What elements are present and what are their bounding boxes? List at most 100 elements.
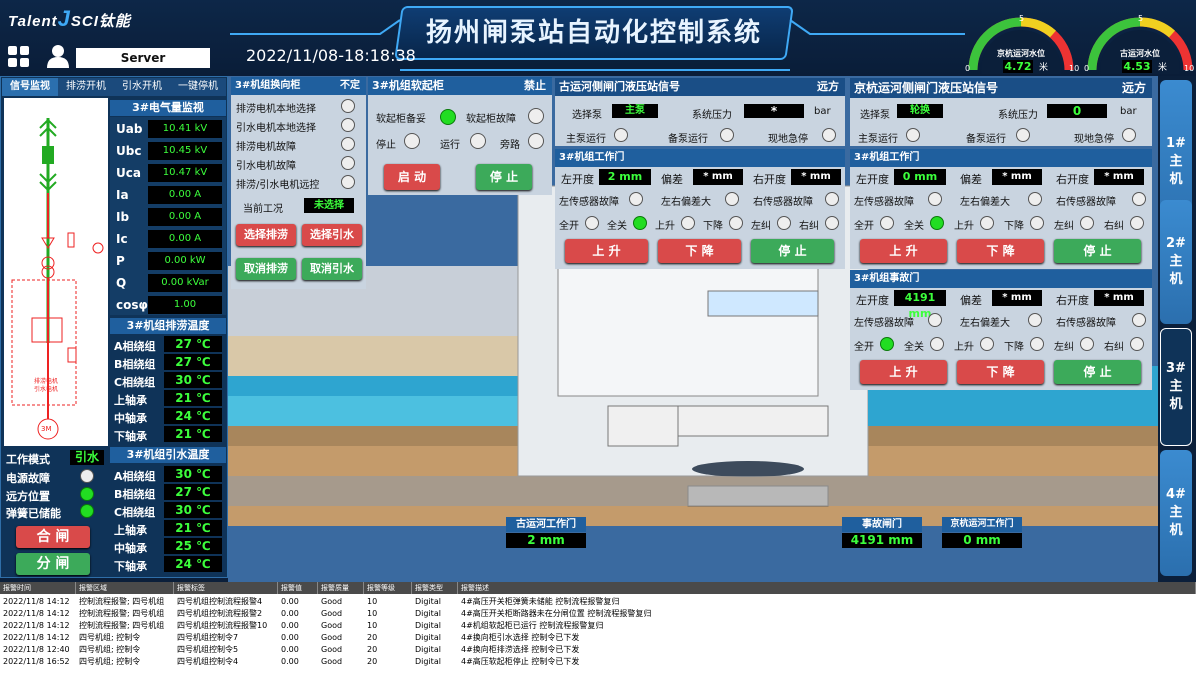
spring-indicator — [80, 504, 94, 518]
soft-start-button[interactable]: 启 动 — [384, 164, 440, 190]
drain-temp-label: C相绕组 — [114, 376, 156, 389]
elec-value: 10.47 kV — [148, 164, 222, 182]
remote-label: 远方位置 — [6, 490, 50, 503]
gu-gate-right-label: 右开度 — [753, 173, 786, 186]
gu-gate-up-button[interactable]: 上 升 — [565, 239, 648, 263]
jh-gate-stop-button[interactable]: 停 止 — [1054, 239, 1141, 263]
tab-drain-start[interactable]: 排涝开机 — [58, 78, 114, 96]
alarm-column-header[interactable]: 报警等级 — [364, 582, 412, 594]
reverse-item-indicator — [341, 156, 355, 170]
mode-value: 引水 — [70, 450, 104, 465]
jh-gate-up-button[interactable]: 上 升 — [860, 239, 947, 263]
drain-temp-value: 21 ℃ — [164, 390, 222, 406]
jh-gate-down-button[interactable]: 下 降 — [957, 239, 1044, 263]
gu-gate-rsensor-indicator — [825, 192, 839, 206]
elec-label: Ic — [116, 232, 128, 246]
alarm-column-header[interactable]: 报警标签 — [174, 582, 278, 594]
gu-gate-stop-button[interactable]: 停 止 — [751, 239, 834, 263]
alarm-cell: 0.00 — [281, 621, 299, 630]
gu-pump-value: 主泵 — [612, 104, 658, 118]
gu-gate-deviation-indicator — [725, 192, 739, 206]
jh-acc-down-button[interactable]: 下 降 — [957, 360, 1044, 384]
jh-acc-rcorr-indicator — [1130, 337, 1144, 351]
tab-stop-all[interactable]: 一键停机 — [170, 78, 226, 96]
user-icon[interactable] — [46, 44, 70, 68]
select-drain-button[interactable]: 选择排涝 — [236, 224, 296, 246]
alarm-cell: 控制流程报警; 四号机组 — [79, 597, 165, 606]
alarm-cell: 四号机组控制流程报警2 — [177, 609, 263, 618]
alarm-column-header[interactable]: 报警值 — [278, 582, 318, 594]
elec-value: 0.00 A — [148, 208, 222, 226]
reverse-cond-label: 当前工况 — [243, 204, 283, 215]
page-title: 扬州闸泵站自动化控制系统 — [425, 18, 762, 48]
alarm-cell: 10 — [367, 597, 378, 606]
jh-gate-deviation-indicator — [1028, 192, 1042, 206]
jh-gate-rsensor-indicator — [1132, 192, 1146, 206]
soft-stop-button[interactable]: 停 止 — [476, 164, 532, 190]
jh-gate-rcorr-label: 右纠 — [1104, 221, 1124, 232]
reverse-item-label: 引水电机故障 — [236, 161, 296, 172]
alarm-column-header[interactable]: 报警描述 — [458, 582, 1196, 594]
jh-acc-stop-button[interactable]: 停 止 — [1054, 360, 1141, 384]
elec-value: 1.00 — [148, 296, 222, 314]
cancel-intake-button[interactable]: 取消引水 — [302, 258, 362, 280]
tab-signal-monitor[interactable]: 信号监视 — [2, 78, 58, 96]
gu-gate-dev-value: * mm — [693, 169, 743, 185]
alarm-cell: 0.00 — [281, 597, 299, 606]
diagram-motor-label: 3M — [41, 425, 52, 433]
alarm-cell: 20 — [367, 633, 378, 642]
alarm-cell: 0.00 — [281, 657, 299, 666]
jh-gate-lsensor-indicator — [928, 192, 942, 206]
gauge-jinghang-water-level: 0 5 10 京杭运河水位 4.72 米 — [965, 10, 1079, 110]
gu-gate-down-button[interactable]: 下 降 — [658, 239, 741, 263]
close-breaker-button[interactable]: 合 闸 — [16, 526, 90, 548]
user-name-box[interactable]: Server — [76, 48, 210, 68]
jh-gate-left-value: 0 mm — [894, 169, 946, 185]
jh-acc-right-value: * mm — [1094, 290, 1144, 306]
soft-start-header: 3#机组软起柜 禁止 — [368, 77, 552, 95]
grid-menu-icon[interactable] — [8, 46, 30, 68]
jh-gate-up-indicator — [980, 216, 994, 230]
jh-acc-open_all-indicator — [880, 337, 894, 351]
gu-gate-up-indicator — [681, 216, 695, 230]
soft-ready-indicator — [440, 109, 456, 125]
scene-gate1-value: 2 mm — [506, 533, 586, 548]
alarm-column-header[interactable]: 报警类型 — [412, 582, 458, 594]
alarm-cell: 4#换向柜引水选择 控制令已下发 — [461, 633, 580, 642]
main-unit-2-tab[interactable]: 2# 主 机 — [1160, 200, 1192, 324]
gu-gate-close_all-indicator — [633, 216, 647, 230]
alarm-cell: 四号机组控制流程报警10 — [177, 621, 268, 630]
gu-gate-lcorr-label: 左纠 — [751, 221, 771, 232]
jh-gate-dev-value: * mm — [992, 169, 1042, 185]
jh-acc-dev-value: * mm — [992, 290, 1042, 306]
tab-intake-start[interactable]: 引水开机 — [114, 78, 170, 96]
gu-gate-down-label: 下降 — [703, 221, 723, 232]
soft-fault-label: 软起柜故障 — [466, 114, 516, 125]
select-intake-button[interactable]: 选择引水 — [302, 224, 362, 246]
intake-temp-label: C相绕组 — [114, 506, 156, 519]
jh-gate-right-label: 右开度 — [1056, 173, 1089, 186]
jh-acc-up-button[interactable]: 上 升 — [860, 360, 947, 384]
open-breaker-button[interactable]: 分 闸 — [16, 553, 90, 575]
soft-run-label: 运行 — [440, 140, 460, 151]
jh-acc-up-indicator — [980, 337, 994, 351]
alarm-cell: 4#机组软起柜已运行 控制流程报警复归 — [461, 621, 604, 630]
alarm-cell: 4#换向柜排涝选择 控制令已下发 — [461, 645, 580, 654]
alarm-column-header[interactable]: 报警区域 — [76, 582, 174, 594]
main-unit-4-tab[interactable]: 4# 主 机 — [1160, 450, 1192, 576]
alarm-cell: 四号机组控制令7 — [177, 633, 239, 642]
left-tabs: 信号监视 排涝开机 引水开机 一键停机 — [2, 78, 226, 96]
drain-temp-value: 27 ℃ — [164, 354, 222, 370]
intake-temp-label: A相绕组 — [114, 470, 156, 483]
alarm-cell: 四号机组; 控制令 — [79, 657, 141, 666]
drain-temp-label: 上轴承 — [114, 394, 147, 407]
gu-main-pump-indicator — [614, 128, 628, 142]
alarm-column-header[interactable]: 报警质量 — [318, 582, 364, 594]
cancel-drain-button[interactable]: 取消排涝 — [236, 258, 296, 280]
main-unit-3-tab[interactable]: 3# 主 机 — [1160, 328, 1192, 446]
jh-acc-left-label: 左开度 — [856, 294, 889, 307]
soft-bypass-label: 旁路 — [500, 140, 520, 151]
soft-stop-indicator — [404, 133, 420, 149]
reverse-item-indicator — [341, 118, 355, 132]
alarm-column-header[interactable]: 报警时间 — [0, 582, 76, 594]
